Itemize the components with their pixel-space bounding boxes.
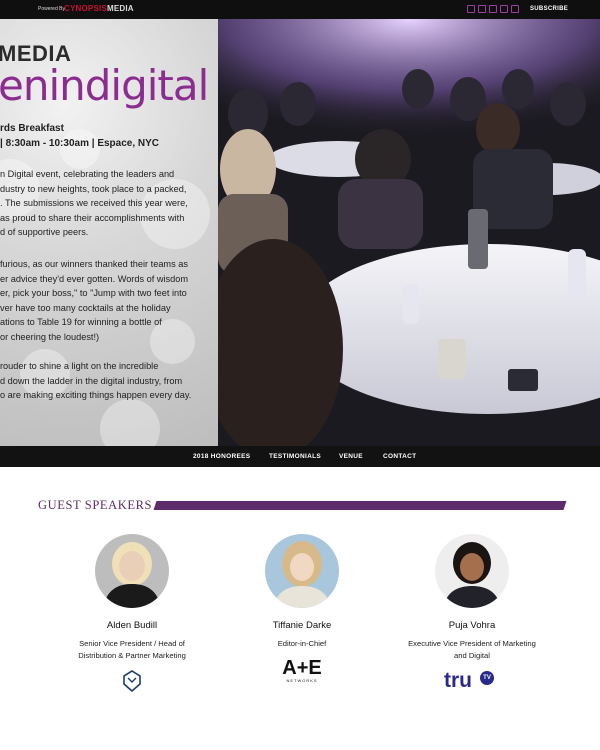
- event-datetime: | 8:30am - 10:30am | Espace, NYC: [0, 138, 160, 149]
- linkedin-icon[interactable]: [489, 5, 497, 13]
- nav-testimonials[interactable]: TESTIMONIALS: [269, 446, 321, 467]
- speaker-role: Executive Vice President of Marketing an…: [408, 639, 536, 660]
- nav-venue[interactable]: VENUE: [339, 446, 363, 467]
- hero-paragraph-1: n Digital event, celebrating the leaders…: [0, 169, 188, 237]
- powered-by-label: Powered By: [38, 6, 65, 12]
- event-logo-bottom: enindigital: [0, 61, 209, 110]
- speaker-role: Senior Vice President / Head of Distribu…: [78, 639, 186, 660]
- speaker-name: Tiffanie Darke: [272, 620, 332, 631]
- social-icons: [467, 5, 519, 13]
- hero-paragraph-2: furious, as our winners thanked their te…: [0, 259, 188, 342]
- nav-2018-honorees[interactable]: 2018 HONOREES: [193, 446, 250, 467]
- guest-speakers-heading: GUEST SPEAKERS: [38, 498, 153, 512]
- speaker-role: Editor-in-Chief: [277, 639, 327, 648]
- hero: MEDIA enindigital rds Breakfast | 8:30am…: [0, 19, 600, 446]
- speaker-card: Tiffanie Darke Editor-in-Chief A+E NETWO…: [217, 534, 387, 683]
- event-photo: [218, 19, 600, 446]
- speaker-card: Alden Budill Senior Vice President / Hea…: [47, 534, 217, 693]
- pac-12-logo: [123, 670, 141, 693]
- speaker-photo: [265, 534, 339, 608]
- event-photo-illustration: [218, 19, 600, 446]
- main-nav: 2018 HONOREES TESTIMONIALS VENUE CONTACT: [0, 446, 600, 467]
- hero-text-panel: MEDIA enindigital rds Breakfast | 8:30am…: [0, 19, 218, 446]
- instagram-icon[interactable]: [511, 5, 519, 13]
- nav-contact[interactable]: CONTACT: [383, 446, 416, 467]
- speaker-photo: [435, 534, 509, 608]
- hero-paragraph-3: rouder to shine a light on the incredibl…: [0, 361, 192, 400]
- speaker-name: Puja Vohra: [448, 620, 496, 631]
- subscribe-link[interactable]: SUBSCRIBE: [530, 6, 568, 12]
- section-divider-bar: [153, 501, 567, 510]
- bokeh-decoration: [60, 129, 100, 169]
- top-bar: Powered By CYNOPSISMEDIA SUBSCRIBE: [0, 0, 600, 19]
- trutv-logo: tru TV: [444, 670, 500, 694]
- speaker-card: Puja Vohra Executive Vice President of M…: [387, 534, 557, 694]
- facebook-icon[interactable]: [467, 5, 475, 13]
- a-plus-e-networks-logo: A+E NETWORKS: [282, 657, 322, 683]
- bokeh-decoration: [100, 399, 160, 446]
- speaker-name: Alden Budill: [106, 620, 158, 631]
- twitter-icon[interactable]: [478, 5, 486, 13]
- speaker-photo: [95, 534, 169, 608]
- event-title: rds Breakfast: [0, 123, 64, 134]
- youtube-icon[interactable]: [500, 5, 508, 13]
- cynopsis-media-logo[interactable]: CYNOPSISMEDIA: [64, 4, 134, 13]
